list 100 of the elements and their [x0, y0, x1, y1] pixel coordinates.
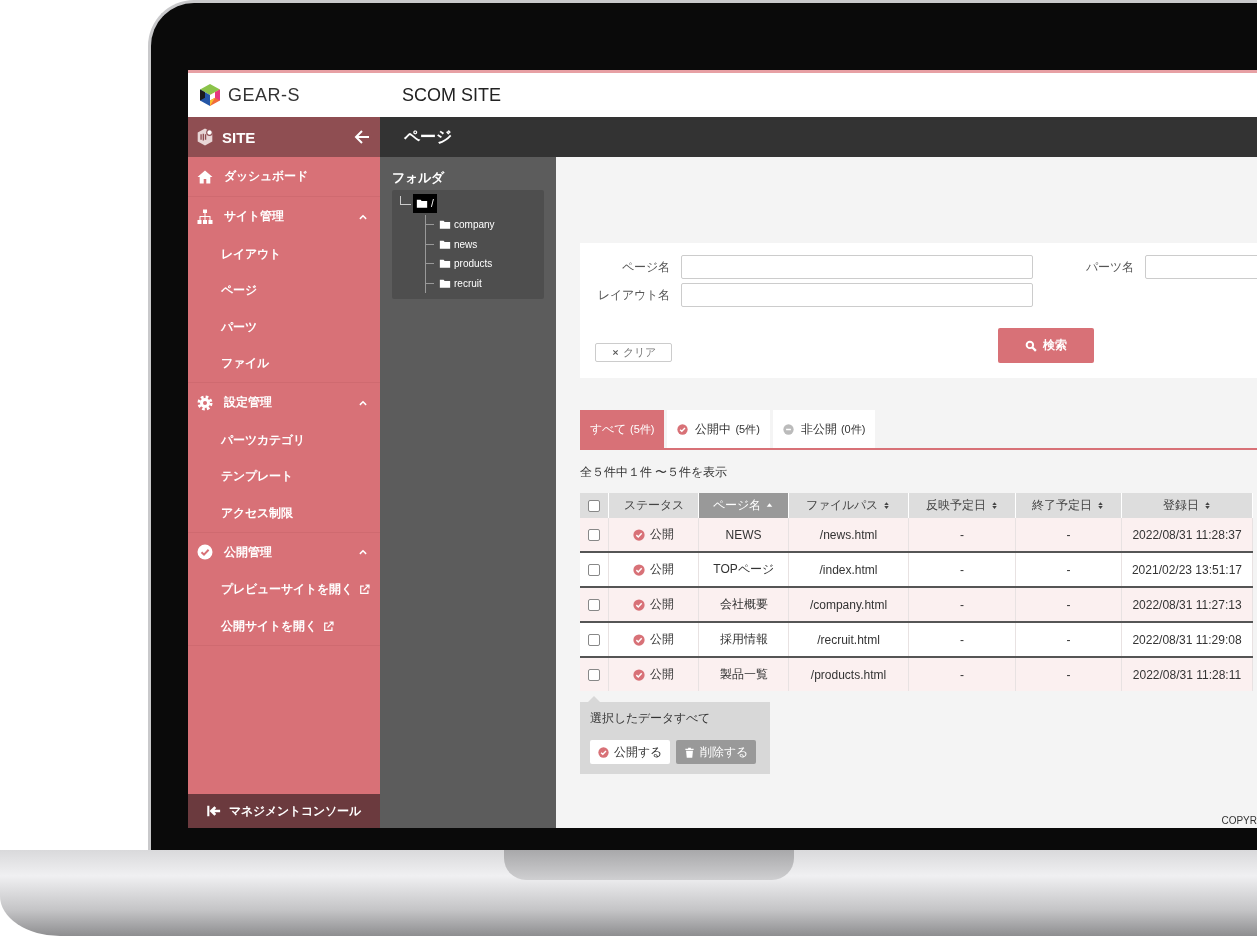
folder-icon: [416, 198, 428, 209]
nav-label: レイアウト: [221, 245, 281, 263]
arrow-left-icon: [354, 129, 370, 145]
table-cell: 2022/08/31 11:28:37: [1121, 518, 1253, 552]
nav-item[interactable]: テンプレート: [188, 458, 380, 495]
folder-icon: [439, 238, 451, 250]
check-circle-icon: [633, 633, 645, 646]
input-field[interactable]: [681, 283, 1033, 307]
field-label: ページ名: [621, 258, 670, 276]
table-cell: 公開: [608, 552, 699, 587]
result-count: 全５件中１件 〜５件を表示: [580, 464, 729, 481]
column-header[interactable]: 終了予定日: [1015, 493, 1122, 518]
status-tab[interactable]: 非公開 (0件): [772, 410, 876, 448]
nav-label: ページ: [221, 282, 257, 300]
row-checkbox[interactable]: [588, 669, 600, 682]
table-cell: -: [908, 518, 1016, 552]
nav-group[interactable]: 公開管理: [188, 532, 380, 572]
table-cell: 公開: [608, 622, 699, 657]
table-cell: /index.html: [788, 552, 909, 587]
nav-label: プレビューサイトを開く: [221, 581, 353, 599]
tree-node[interactable]: /: [413, 194, 437, 213]
nav-item[interactable]: ページ: [188, 272, 380, 309]
cube-icon: [196, 128, 214, 146]
status-tab[interactable]: 公開中 (5件): [667, 410, 770, 448]
nav-label: ファイル: [221, 355, 269, 373]
column-header[interactable]: ページ名: [698, 493, 789, 518]
nav-label: パーツカテゴリ: [221, 431, 305, 449]
minus-circle-icon: [782, 423, 794, 435]
delete-button[interactable]: 削除する: [676, 740, 756, 764]
nav-label: 公開管理: [224, 543, 273, 561]
tree-node[interactable]: recruit: [436, 276, 485, 290]
logo-text: GEAR-S: [228, 84, 300, 106]
logo-icon: [198, 83, 222, 107]
table-cell: 公開: [608, 518, 699, 552]
check-circle-icon: [197, 544, 213, 560]
nav-group[interactable]: 設定管理: [188, 383, 380, 422]
table-cell: -: [1015, 622, 1122, 657]
tree-node[interactable]: news: [436, 237, 481, 251]
publish-button[interactable]: 公開する: [590, 740, 670, 764]
page-title: ページ: [404, 126, 452, 147]
table-cell: 2022/08/31 11:28:11: [1121, 657, 1253, 691]
bulk-title: 選択したデータすべて: [590, 710, 711, 727]
table-cell: -: [908, 552, 1016, 587]
nav-label: テンプレート: [221, 468, 293, 486]
search-icon: [1025, 339, 1037, 352]
settings-icon: [197, 394, 213, 411]
column-header[interactable]: ステータス: [608, 493, 699, 518]
column-header[interactable]: 登録日: [1121, 493, 1253, 518]
nav-item[interactable]: プレビューサイトを開く: [188, 571, 380, 608]
nav-group[interactable]: サイト管理: [188, 197, 380, 236]
nav-label: サイト管理: [224, 208, 285, 225]
trash-icon: [684, 746, 695, 758]
folder-icon: [439, 258, 451, 270]
nav-item[interactable]: パーツ: [188, 309, 380, 346]
panel-title: フォルダ: [392, 169, 446, 187]
search-button[interactable]: 検索: [998, 328, 1094, 363]
row-checkbox[interactable]: [588, 634, 600, 647]
select-all-checkbox[interactable]: [588, 500, 600, 513]
clear-button[interactable]: クリア: [595, 343, 672, 362]
table-cell: 公開: [608, 587, 699, 622]
table-cell: NEWS: [698, 518, 789, 552]
nav-item[interactable]: レイアウト: [188, 236, 380, 273]
folder-icon: [439, 277, 451, 289]
site-title: SCOM SITE: [402, 84, 501, 106]
column-header[interactable]: 反映予定日: [908, 493, 1016, 518]
table-cell: 2022/08/31 11:27:13: [1121, 587, 1253, 622]
check-circle-icon: [633, 668, 645, 681]
check-circle-icon: [633, 528, 645, 541]
nav-item[interactable]: ダッシュボード: [188, 157, 380, 196]
exit-icon: [207, 804, 221, 818]
tree-node[interactable]: products: [436, 257, 496, 271]
nav-label: 設定管理: [224, 394, 273, 411]
field-label: パーツ名: [1085, 258, 1134, 276]
input-field[interactable]: [681, 255, 1033, 279]
column-header[interactable]: ファイルパス: [788, 493, 909, 518]
table-cell: -: [908, 657, 1016, 691]
nav-item[interactable]: パーツカテゴリ: [188, 422, 380, 459]
nav-label: 公開サイトを開く: [221, 617, 317, 635]
table-cell: 製品一覧: [698, 657, 789, 691]
table-cell: /products.html: [788, 657, 909, 691]
table-cell: -: [1015, 552, 1122, 587]
check-circle-icon: [677, 423, 689, 435]
nav-item[interactable]: 公開サイトを開く: [188, 608, 380, 645]
console-button[interactable]: マネジメントコンソール: [188, 794, 380, 828]
row-checkbox[interactable]: [588, 564, 600, 577]
copyright-text: COPYR: [1221, 815, 1257, 826]
nav-item[interactable]: アクセス制限: [188, 495, 380, 532]
row-checkbox[interactable]: [588, 599, 600, 612]
table-cell: -: [908, 622, 1016, 657]
nav-item[interactable]: ファイル: [188, 345, 380, 382]
nav-label: パーツ: [221, 318, 257, 336]
table-cell: 公開: [608, 657, 699, 691]
status-tab[interactable]: すべて (5件): [580, 410, 665, 448]
nav-label: ダッシュボード: [224, 168, 309, 185]
row-checkbox[interactable]: [588, 529, 600, 542]
table-cell: 会社概要: [698, 587, 789, 622]
sitemap-icon: [197, 208, 213, 225]
table-cell: 採用情報: [698, 622, 789, 657]
tree-node[interactable]: company: [436, 218, 498, 232]
check-circle-icon: [598, 746, 609, 758]
